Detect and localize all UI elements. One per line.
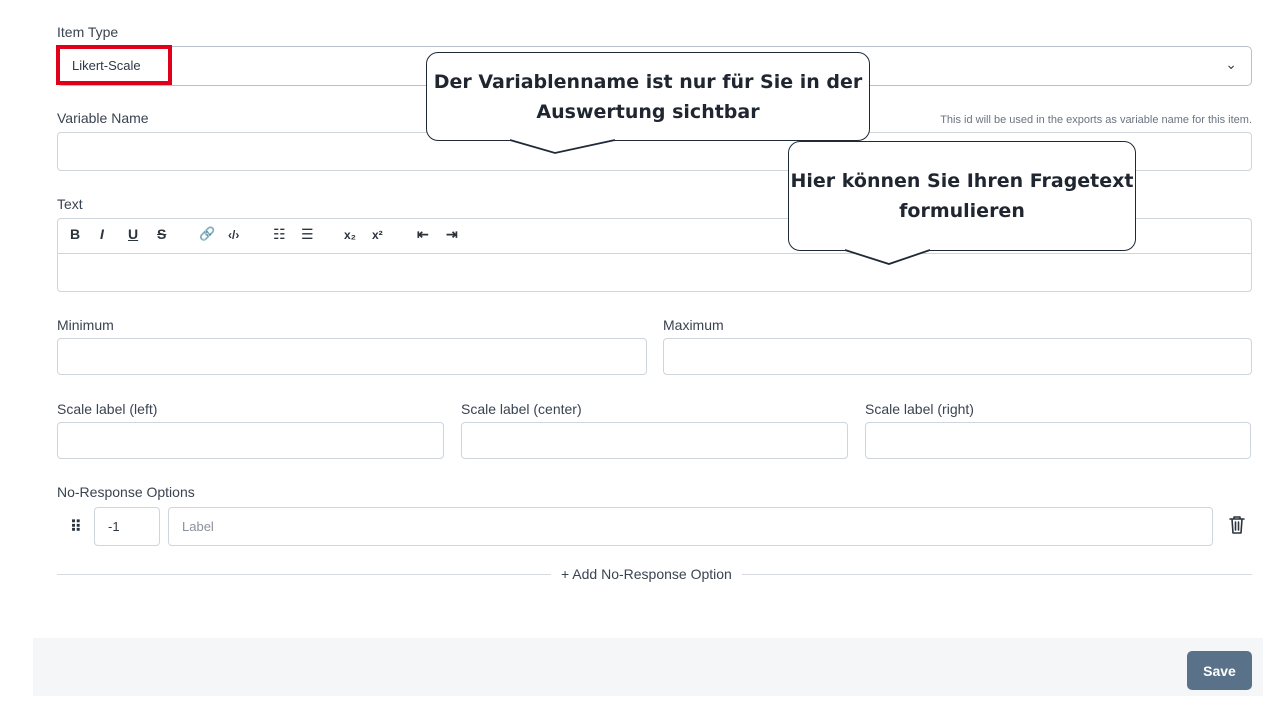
add-no-response-option-button[interactable]: + Add No-Response Option — [551, 566, 742, 582]
item-type-label: Item Type — [57, 24, 119, 40]
variable-name-label: Variable Name — [57, 110, 149, 126]
text-editor-area[interactable] — [57, 253, 1252, 292]
maximum-label: Maximum — [663, 317, 724, 333]
callout-variable-name-tail — [509, 139, 616, 154]
strikethrough-button[interactable]: S — [157, 226, 166, 242]
maximum-input[interactable] — [663, 338, 1252, 375]
ordered-list-icon[interactable]: ☷ — [273, 226, 286, 243]
outdent-icon[interactable]: ⇤ — [417, 226, 429, 243]
scale-label-center-input[interactable] — [461, 422, 848, 459]
minimum-label: Minimum — [57, 317, 114, 333]
no-response-label: No-Response Options — [57, 484, 195, 500]
subscript-button[interactable]: x₂ — [344, 228, 356, 242]
item-type-highlight-box — [56, 45, 172, 85]
form-footer: Save — [33, 638, 1263, 696]
callout-variable-name: Der Variablenname ist nur für Sie in der… — [426, 52, 870, 141]
link-icon[interactable]: 🔗 — [199, 226, 215, 242]
scale-label-right-label: Scale label (right) — [865, 401, 974, 417]
trash-icon[interactable] — [1228, 515, 1246, 535]
bullet-list-icon[interactable]: ☰ — [301, 226, 314, 243]
bold-button[interactable]: B — [70, 226, 80, 242]
indent-icon[interactable]: ⇥ — [446, 226, 458, 243]
superscript-button[interactable]: x² — [372, 228, 383, 242]
chevron-down-icon: ⌄ — [1225, 56, 1237, 72]
underline-button[interactable]: U — [128, 226, 138, 242]
callout-question-text: Hier können Sie Ihren Fragetext formulie… — [788, 141, 1136, 251]
no-response-label-input[interactable]: Label — [168, 507, 1213, 546]
callout-question-text-tail — [844, 249, 931, 265]
no-response-value: -1 — [108, 519, 120, 534]
no-response-value-input[interactable]: -1 — [94, 507, 160, 546]
drag-handle-icon[interactable]: ⠿ — [70, 517, 82, 537]
italic-button[interactable]: I — [100, 226, 104, 242]
save-button[interactable]: Save — [1187, 651, 1252, 690]
variable-name-hint: This id will be used in the exports as v… — [940, 114, 1252, 126]
scale-label-center-label: Scale label (center) — [461, 401, 582, 417]
scale-label-left-input[interactable] — [57, 422, 444, 459]
scale-label-left-label: Scale label (left) — [57, 401, 158, 417]
no-response-label-placeholder: Label — [182, 519, 214, 534]
scale-label-right-input[interactable] — [865, 422, 1251, 459]
text-label: Text — [57, 196, 83, 212]
minimum-input[interactable] — [57, 338, 647, 375]
code-icon[interactable]: ‹/› — [228, 228, 239, 242]
